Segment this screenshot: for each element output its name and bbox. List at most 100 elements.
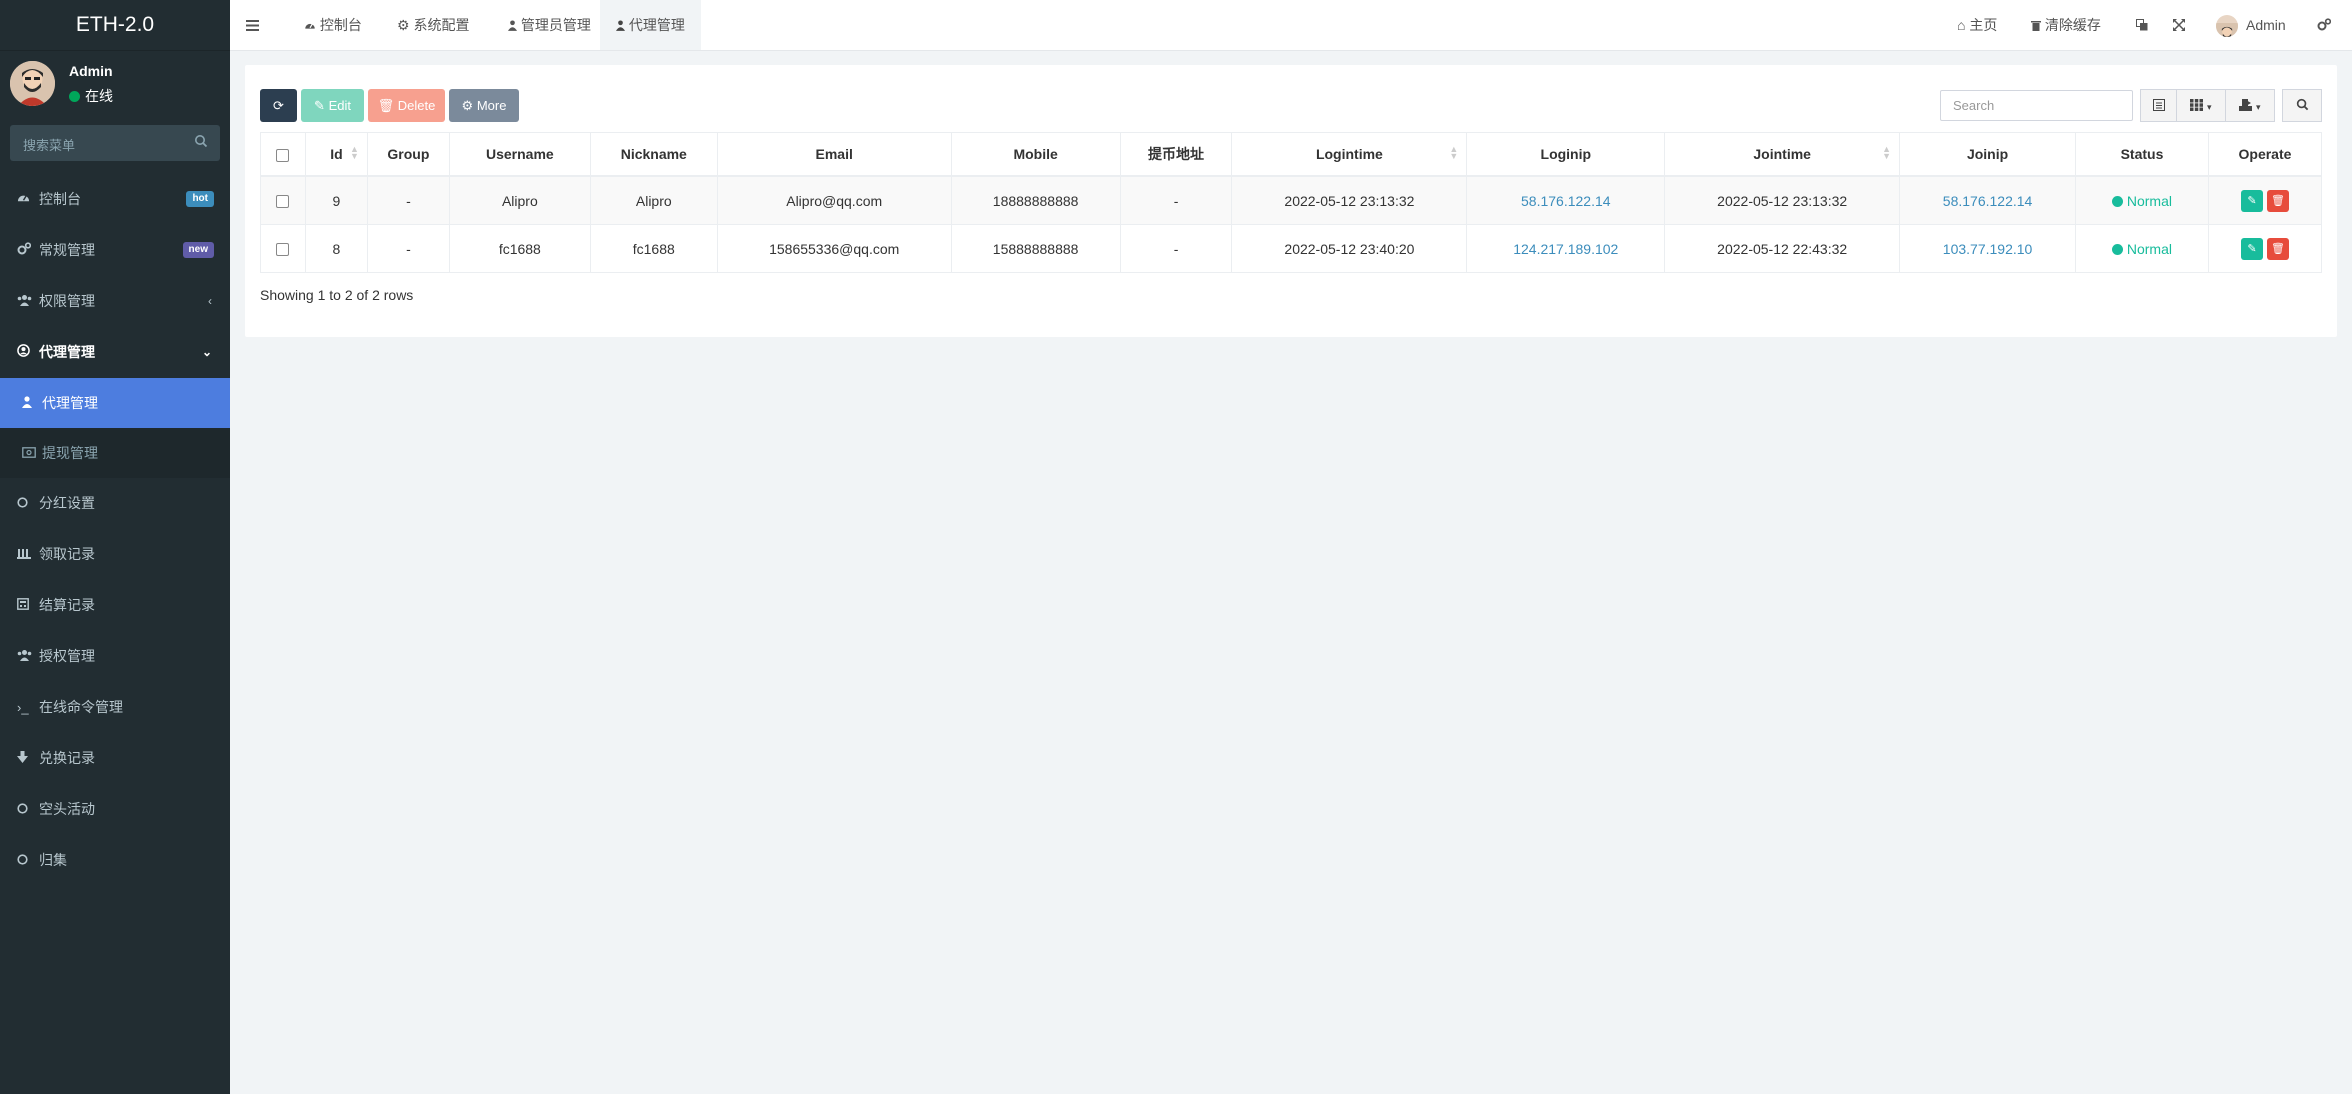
sidebar-item-label: 控制台 bbox=[39, 191, 81, 207]
top-navbar: 控制台 ⚙ 系统配置 管理员管理 代理管理 ⌂ 主页 清除缓存 Admin bbox=[230, 0, 2352, 51]
menu-toggle-icon[interactable] bbox=[246, 0, 259, 50]
table-search-input[interactable]: Search bbox=[1940, 90, 2133, 121]
row-delete-button[interactable]: 🗑 bbox=[2267, 190, 2289, 212]
sort-icon: ▲▼ bbox=[1882, 146, 1891, 160]
row-checkbox[interactable] bbox=[261, 176, 306, 225]
tab-agent-manage[interactable]: 代理管理 bbox=[600, 0, 701, 50]
sidebar-item-label: 结算记录 bbox=[39, 597, 95, 613]
row-delete-button[interactable]: 🗑 bbox=[2267, 238, 2289, 260]
row-edit-button[interactable]: ✎ bbox=[2241, 238, 2263, 260]
user-menu-label: Admin bbox=[2246, 17, 2286, 33]
row-checkbox[interactable] bbox=[261, 225, 306, 273]
pagination-info: Showing 1 to 2 of 2 rows bbox=[260, 287, 413, 303]
sidebar-item-authorization[interactable]: 授权管理 bbox=[0, 631, 230, 682]
home-link[interactable]: ⌂ 主页 bbox=[1957, 0, 1997, 50]
sidebar-item-permissions[interactable]: 权限管理 ‹ bbox=[0, 276, 230, 327]
agent-submenu: 代理管理 提现管理 bbox=[0, 378, 230, 478]
column-header-loginip: Loginip bbox=[1467, 133, 1665, 177]
user-panel: Admin 在线 bbox=[0, 51, 230, 111]
sidebar-menu: 控制台 hot 常规管理 new 权限管理 ‹ 代理管理 ⌄ 代理管理 bbox=[0, 174, 230, 886]
toggle-view-button[interactable] bbox=[2140, 89, 2177, 122]
cell-username: Alipro bbox=[449, 176, 590, 225]
caret-down-icon: ▾ bbox=[2256, 102, 2261, 112]
clear-cache-button[interactable]: 清除缓存 bbox=[2031, 0, 2101, 50]
cell-logintime: 2022-05-12 23:40:20 bbox=[1232, 225, 1467, 273]
sidebar-subitem-label: 提现管理 bbox=[42, 445, 98, 461]
refresh-button[interactable]: ⟳ bbox=[260, 89, 297, 122]
table-row[interactable]: 8 - fc1688 fc1688 158655336@qq.com 15888… bbox=[261, 225, 2322, 273]
column-header-jointime[interactable]: Jointime▲▼ bbox=[1665, 133, 1900, 177]
search-icon[interactable] bbox=[194, 134, 208, 153]
more-button[interactable]: ⚙ More bbox=[449, 89, 519, 122]
tab-dashboard[interactable]: 控制台 bbox=[292, 0, 374, 50]
sidebar-subitem-withdraw[interactable]: 提现管理 bbox=[0, 428, 230, 478]
cell-status: Normal bbox=[2076, 225, 2209, 273]
cell-joinip[interactable]: 58.176.122.14 bbox=[1900, 176, 2076, 225]
column-header-nickname: Nickname bbox=[590, 133, 717, 177]
sidebar-item-airdrop[interactable]: 空头活动 bbox=[0, 784, 230, 835]
cell-id: 9 bbox=[305, 176, 367, 225]
dashboard-icon bbox=[17, 174, 39, 225]
cell-joinip[interactable]: 103.77.192.10 bbox=[1900, 225, 2076, 273]
translate-icon[interactable] bbox=[2136, 0, 2148, 50]
export-button[interactable]: ▾ bbox=[2225, 89, 2275, 122]
user-circle-icon bbox=[17, 327, 39, 378]
advanced-search-button[interactable] bbox=[2282, 89, 2322, 122]
column-header-logintime[interactable]: Logintime▲▼ bbox=[1232, 133, 1467, 177]
user-icon bbox=[22, 378, 42, 428]
user-menu[interactable]: Admin bbox=[2216, 0, 2286, 50]
cogs-icon bbox=[17, 225, 39, 276]
circle-icon bbox=[17, 784, 39, 835]
cell-status: Normal bbox=[2076, 176, 2209, 225]
circle-icon bbox=[17, 835, 39, 886]
agent-table: Id▲▼ Group Username Nickname Email Mobil… bbox=[260, 132, 2322, 273]
chevron-down-icon: ⌄ bbox=[202, 327, 212, 378]
column-header-status: Status bbox=[2076, 133, 2209, 177]
avatar bbox=[2216, 15, 2238, 37]
cogs-icon[interactable] bbox=[2317, 0, 2331, 50]
tab-system-config[interactable]: ⚙ 系统配置 bbox=[385, 0, 481, 50]
sidebar-item-claim-records[interactable]: 领取记录 bbox=[0, 529, 230, 580]
edit-button[interactable]: ✎ Edit bbox=[301, 89, 364, 122]
tab-label: 管理员管理 bbox=[521, 17, 591, 33]
content-panel: ⟳ ✎ Edit 🗑 Delete ⚙ More Search ▾ ▾ Id▲▼… bbox=[245, 65, 2337, 337]
cell-jointime: 2022-05-12 22:43:32 bbox=[1665, 225, 1900, 273]
app-logo[interactable]: ETH-2.0 bbox=[0, 0, 230, 51]
sidebar-item-general[interactable]: 常规管理 new bbox=[0, 225, 230, 276]
cell-loginip[interactable]: 124.217.189.102 bbox=[1467, 225, 1665, 273]
status-label: Normal bbox=[2127, 193, 2172, 209]
sidebar-item-agent[interactable]: 代理管理 ⌄ bbox=[0, 327, 230, 378]
columns-button[interactable]: ▾ bbox=[2176, 89, 2226, 122]
sidebar-item-collect[interactable]: 归集 bbox=[0, 835, 230, 886]
fullscreen-icon[interactable] bbox=[2173, 0, 2185, 50]
money-icon bbox=[22, 428, 42, 478]
sidebar-item-exchange-records[interactable]: 兑换记录 bbox=[0, 733, 230, 784]
column-header-address: 提币地址 bbox=[1120, 133, 1232, 177]
table-row[interactable]: 9 - Alipro Alipro Alipro@qq.com 18888888… bbox=[261, 176, 2322, 225]
cell-logintime: 2022-05-12 23:13:32 bbox=[1232, 176, 1467, 225]
pencil-icon: ✎ bbox=[314, 98, 325, 113]
sidebar-subitem-agent-manage[interactable]: 代理管理 bbox=[0, 378, 230, 428]
sidebar-item-settlement[interactable]: 结算记录 bbox=[0, 580, 230, 631]
menu-search-input[interactable]: 搜索菜单 bbox=[10, 125, 220, 161]
home-label: 主页 bbox=[1969, 17, 1997, 33]
tab-admin-manage[interactable]: 管理员管理 bbox=[495, 0, 604, 50]
cell-group: - bbox=[367, 176, 449, 225]
delete-button[interactable]: 🗑 Delete bbox=[368, 89, 445, 122]
sidebar-item-dividend[interactable]: 分红设置 bbox=[0, 478, 230, 529]
cell-operate: ✎🗑 bbox=[2208, 225, 2321, 273]
sidebar-item-online-commands[interactable]: ›_在线命令管理 bbox=[0, 682, 230, 733]
avatar bbox=[10, 61, 55, 106]
column-header-id[interactable]: Id▲▼ bbox=[305, 133, 367, 177]
sidebar-item-dashboard[interactable]: 控制台 hot bbox=[0, 174, 230, 225]
column-header-username: Username bbox=[449, 133, 590, 177]
cell-jointime: 2022-05-12 23:13:32 bbox=[1665, 176, 1900, 225]
tab-label: 代理管理 bbox=[629, 17, 685, 33]
cell-mobile: 15888888888 bbox=[951, 225, 1120, 273]
trash-icon bbox=[2031, 17, 2041, 33]
cell-loginip[interactable]: 58.176.122.14 bbox=[1467, 176, 1665, 225]
sidebar-item-label: 归集 bbox=[39, 852, 67, 868]
row-edit-button[interactable]: ✎ bbox=[2241, 190, 2263, 212]
user-icon bbox=[508, 17, 517, 33]
select-all-checkbox[interactable] bbox=[261, 133, 306, 177]
